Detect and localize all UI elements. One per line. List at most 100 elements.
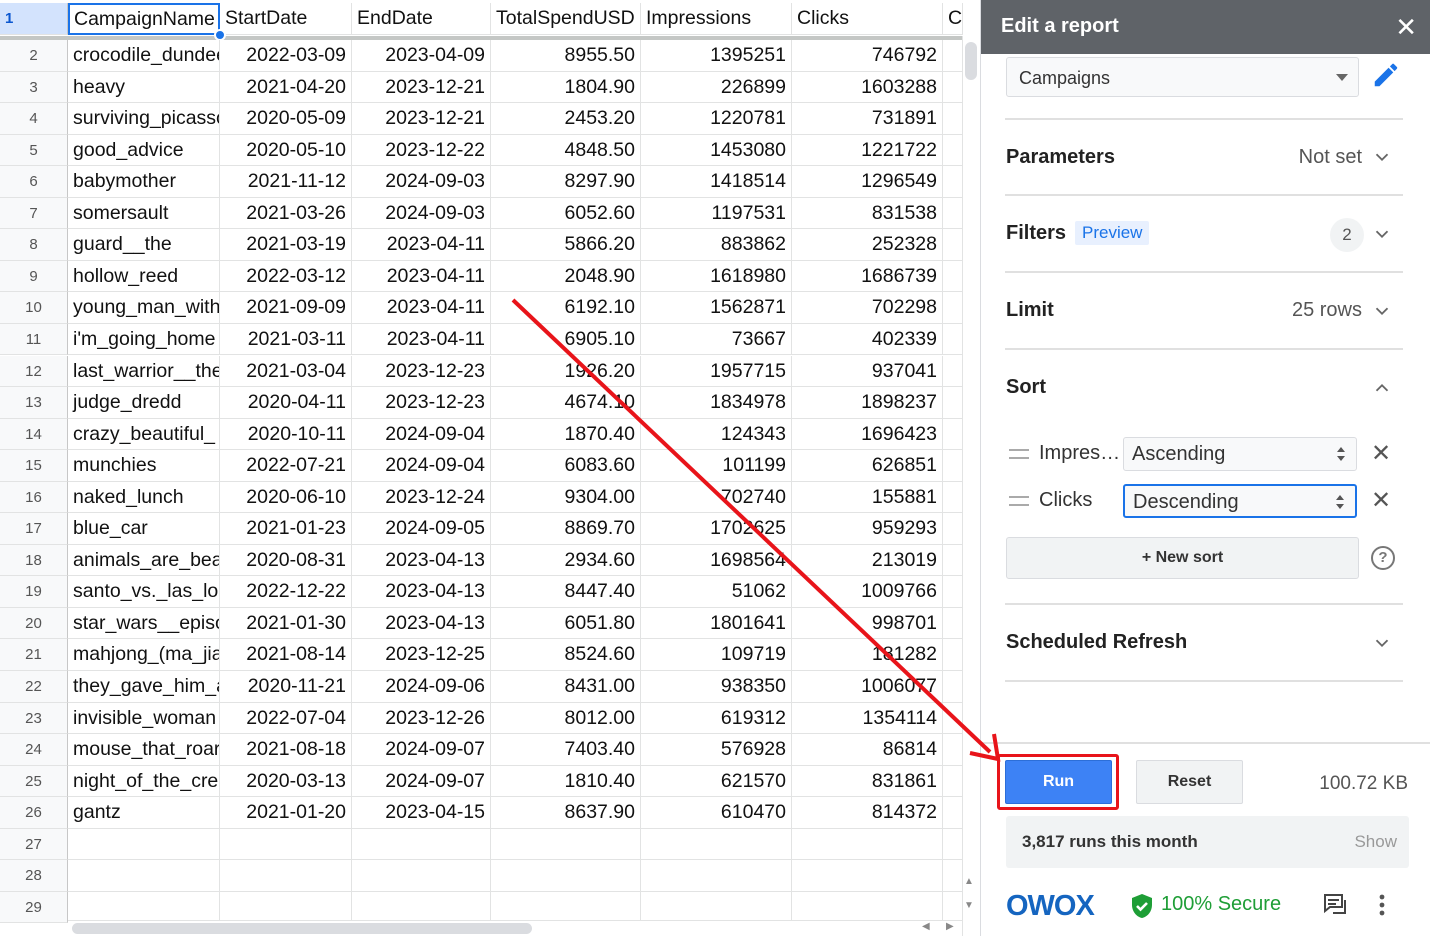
table-cell[interactable]: 181282 [792,639,943,671]
row-number[interactable]: 24 [0,734,68,766]
row-number[interactable]: 10 [0,292,68,324]
row-number[interactable]: 20 [0,607,68,640]
table-cell[interactable]: 2020-04-11 [220,387,352,419]
column-header-total-spend[interactable]: TotalSpendUSD [491,3,641,35]
table-cell[interactable]: 626851 [792,450,943,482]
table-cell[interactable]: 2024-09-04 [352,450,491,482]
reset-button[interactable]: Reset [1136,760,1243,804]
close-icon[interactable]: ✕ [1395,12,1417,43]
table-cell[interactable]: 2020-05-10 [220,134,352,167]
table-cell[interactable]: 2020-06-10 [220,481,352,514]
table-cell[interactable] [641,860,792,892]
table-cell[interactable]: 2021-01-23 [220,513,352,545]
table-cell[interactable]: 101199 [641,450,792,482]
table-cell[interactable]: 2023-04-11 [352,323,491,356]
row-number[interactable]: 8 [0,229,68,261]
table-cell[interactable]: 2023-12-22 [352,134,491,167]
remove-sort-icon[interactable]: ✕ [1371,439,1391,468]
table-cell[interactable]: 2020-05-09 [220,103,352,135]
table-cell[interactable] [943,134,963,167]
table-cell[interactable]: 8869.70 [491,513,641,545]
table-cell[interactable]: 155881 [792,481,943,514]
table-cell[interactable]: 621570 [641,765,792,798]
row-number[interactable]: 11 [0,323,68,356]
table-cell[interactable]: 1006077 [792,671,943,703]
row-number[interactable]: 7 [0,197,68,230]
table-cell[interactable]: 109719 [641,639,792,671]
table-cell[interactable]: 8012.00 [491,702,641,735]
row-number[interactable]: 14 [0,418,68,451]
table-cell[interactable]: 2021-09-09 [220,292,352,324]
column-header-impressions[interactable]: Impressions [641,3,792,35]
table-cell[interactable]: 6051.80 [491,607,641,640]
table-cell[interactable]: 1696423 [792,418,943,451]
vertical-scrollbar[interactable] [962,36,980,936]
table-cell[interactable]: 2020-08-31 [220,544,352,577]
table-cell[interactable] [943,355,963,387]
table-cell[interactable]: 2023-12-23 [352,355,491,387]
table-cell[interactable]: 1453080 [641,134,792,167]
table-cell[interactable]: 252328 [792,229,943,261]
drag-handle-icon[interactable] [1009,496,1029,506]
table-cell[interactable] [220,860,352,892]
table-cell[interactable]: blue_car [68,513,220,545]
table-cell[interactable]: 2020-11-21 [220,671,352,703]
chevron-up-icon[interactable] [1371,377,1393,399]
table-cell[interactable] [943,607,963,640]
table-cell[interactable]: 2023-04-09 [352,40,491,72]
row-number[interactable]: 9 [0,260,68,293]
row-number[interactable]: 16 [0,481,68,514]
table-cell[interactable]: 5866.20 [491,229,641,261]
table-cell[interactable]: animals_are_beautiful [68,544,220,577]
table-cell[interactable]: 2020-10-11 [220,418,352,451]
table-cell[interactable]: 831538 [792,197,943,230]
table-cell[interactable]: 2021-03-04 [220,355,352,387]
table-cell[interactable]: 814372 [792,797,943,829]
table-cell[interactable] [792,860,943,892]
show-runs-link[interactable]: Show [1354,832,1397,852]
table-cell[interactable]: 831861 [792,765,943,798]
table-cell[interactable]: 1221722 [792,134,943,167]
row-number[interactable]: 22 [0,671,68,703]
row-number[interactable]: 4 [0,103,68,135]
table-cell[interactable] [943,450,963,482]
row-number[interactable]: 1 [0,3,68,35]
row-number[interactable]: 17 [0,513,68,545]
table-cell[interactable]: 1296549 [792,166,943,198]
table-cell[interactable]: 2023-04-11 [352,292,491,324]
table-cell[interactable]: guard__the [68,229,220,261]
table-cell[interactable]: 6083.60 [491,450,641,482]
table-cell[interactable]: 2023-04-15 [352,797,491,829]
table-cell[interactable]: 2021-01-20 [220,797,352,829]
row-number[interactable]: 2 [0,40,68,72]
table-cell[interactable]: night_of_the_creeps [68,765,220,798]
column-header-end-date[interactable]: EndDate [352,3,491,35]
table-cell[interactable]: 2023-04-13 [352,607,491,640]
table-cell[interactable]: 2023-12-23 [352,387,491,419]
table-cell[interactable] [943,828,963,861]
table-cell[interactable]: 2023-04-11 [352,229,491,261]
table-cell[interactable]: 1834978 [641,387,792,419]
table-cell[interactable]: 86814 [792,734,943,766]
table-cell[interactable]: 213019 [792,544,943,577]
table-cell[interactable]: 51062 [641,576,792,608]
table-cell[interactable]: babymother [68,166,220,198]
table-cell[interactable] [943,576,963,608]
table-cell[interactable]: good_advice [68,134,220,167]
table-cell[interactable]: 8431.00 [491,671,641,703]
column-header-start-date[interactable]: StartDate [220,3,352,35]
table-cell[interactable]: 610470 [641,797,792,829]
table-cell[interactable]: 2023-12-21 [352,103,491,135]
table-cell[interactable] [943,229,963,261]
table-cell[interactable]: 746792 [792,40,943,72]
table-cell[interactable]: star_wars__episode [68,607,220,640]
table-cell[interactable]: 1418514 [641,166,792,198]
table-cell[interactable]: last_warrior__the [68,355,220,387]
table-cell[interactable]: 1562871 [641,292,792,324]
table-cell[interactable] [68,891,220,924]
table-cell[interactable]: 1220781 [641,103,792,135]
table-cell[interactable] [943,544,963,577]
table-cell[interactable]: 2022-07-21 [220,450,352,482]
table-cell[interactable] [220,828,352,861]
table-cell[interactable] [943,671,963,703]
